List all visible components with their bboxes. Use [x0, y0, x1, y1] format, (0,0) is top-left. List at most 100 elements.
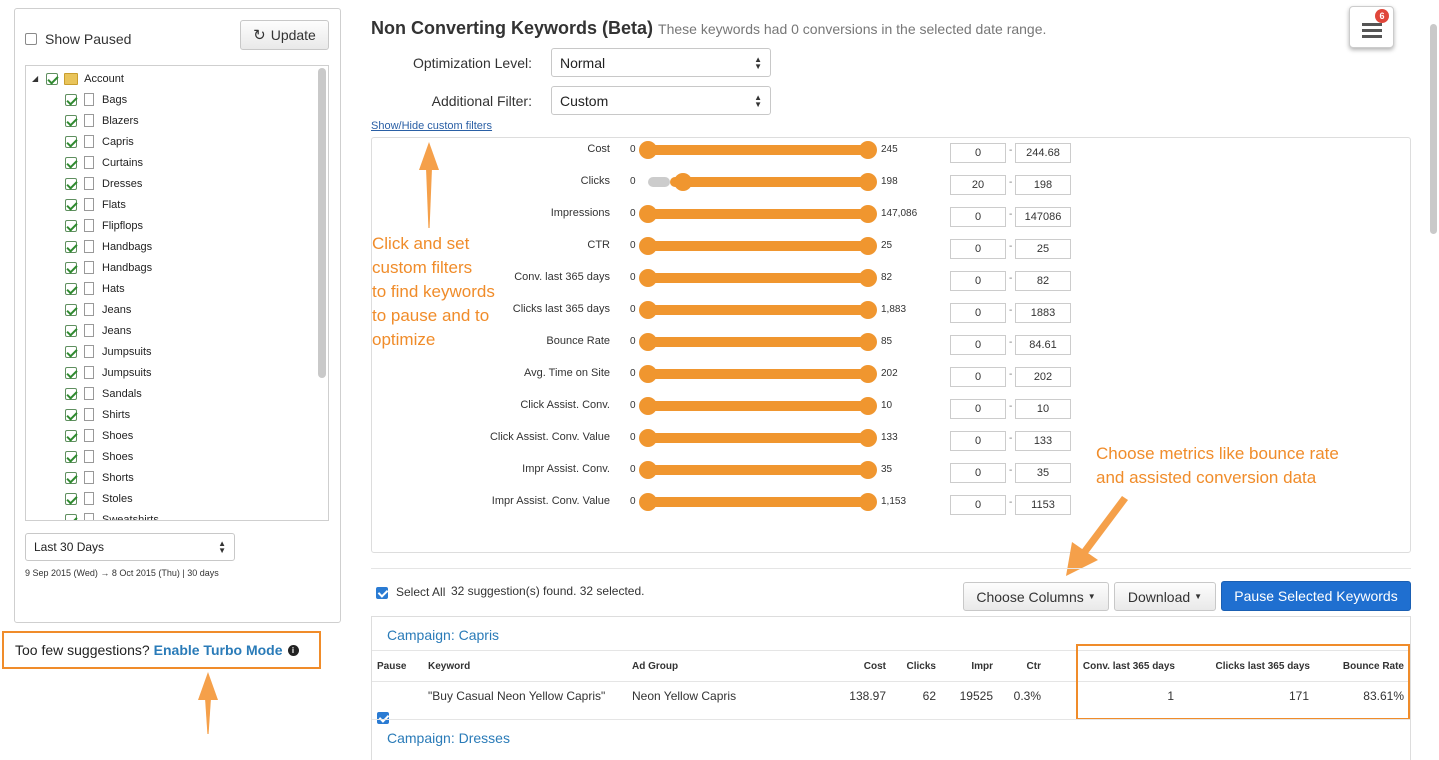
col-pause[interactable]: Pause: [377, 661, 406, 672]
enable-turbo-mode-link[interactable]: Enable Turbo Mode: [154, 642, 283, 658]
optimization-level-select[interactable]: Normal ▲ ▼: [551, 48, 771, 77]
slider-range[interactable]: [648, 401, 868, 411]
tree-item[interactable]: Shoes: [65, 425, 133, 446]
toggle-custom-filters-link[interactable]: Show/Hide custom filters: [371, 120, 492, 132]
filter-min-input[interactable]: 0: [950, 143, 1006, 163]
slider-max-handle[interactable]: [859, 205, 877, 223]
tree-item-checkbox[interactable]: [65, 324, 77, 337]
slider-range[interactable]: [648, 465, 868, 475]
tree-item-checkbox[interactable]: [65, 408, 77, 421]
filter-max-input[interactable]: 1883: [1015, 303, 1071, 323]
notifications-button[interactable]: 6: [1349, 6, 1394, 48]
filter-max-input[interactable]: 244.68: [1015, 143, 1071, 163]
slider-min-handle[interactable]: [639, 397, 657, 415]
slider-range[interactable]: [648, 497, 868, 507]
col-cost[interactable]: Cost: [836, 661, 886, 672]
slider-min-handle[interactable]: [639, 301, 657, 319]
slider-range[interactable]: [670, 177, 868, 187]
col-ctr[interactable]: Ctr: [1000, 661, 1041, 672]
filter-max-input[interactable]: 84.61: [1015, 335, 1071, 355]
choose-columns-button[interactable]: Choose Columns ▼: [963, 582, 1109, 611]
slider-max-handle[interactable]: [859, 333, 877, 351]
col-keyword[interactable]: Keyword: [428, 661, 470, 672]
slider-min-handle[interactable]: [639, 333, 657, 351]
filter-min-input[interactable]: 0: [950, 335, 1006, 355]
slider-max-handle[interactable]: [859, 493, 877, 511]
tree-root[interactable]: ◢ Account: [32, 68, 124, 89]
tree-item[interactable]: Jumpsuits: [65, 341, 152, 362]
filter-max-input[interactable]: 133: [1015, 431, 1071, 451]
tree-item-checkbox[interactable]: [65, 219, 77, 232]
slider-min-handle[interactable]: [674, 173, 692, 191]
slider-max-handle[interactable]: [859, 397, 877, 415]
tree-item[interactable]: Curtains: [65, 152, 143, 173]
filter-min-input[interactable]: 0: [950, 239, 1006, 259]
tree-item-checkbox[interactable]: [65, 93, 77, 106]
filter-min-input[interactable]: 0: [950, 271, 1006, 291]
filter-max-input[interactable]: 25: [1015, 239, 1071, 259]
slider-range[interactable]: [648, 369, 868, 379]
slider-max-handle[interactable]: [859, 429, 877, 447]
tree-item-checkbox[interactable]: [65, 429, 77, 442]
slider-max-handle[interactable]: [859, 237, 877, 255]
filter-max-input[interactable]: 147086: [1015, 207, 1071, 227]
filter-min-input[interactable]: 0: [950, 495, 1006, 515]
slider-range[interactable]: [648, 241, 868, 251]
slider-range[interactable]: [648, 273, 868, 283]
filter-min-input[interactable]: 0: [950, 207, 1006, 227]
tree-item-checkbox[interactable]: [65, 114, 77, 127]
filter-min-input[interactable]: 0: [950, 303, 1006, 323]
tree-item[interactable]: Jeans: [65, 299, 131, 320]
tree-item-checkbox[interactable]: [65, 387, 77, 400]
filter-min-input[interactable]: 0: [950, 463, 1006, 483]
tree-item-checkbox[interactable]: [65, 135, 77, 148]
additional-filter-select[interactable]: Custom ▲ ▼: [551, 86, 771, 115]
filter-max-input[interactable]: 35: [1015, 463, 1071, 483]
slider-min-handle[interactable]: [639, 205, 657, 223]
filter-min-input[interactable]: 20: [950, 175, 1006, 195]
slider-min-handle[interactable]: [639, 365, 657, 383]
tree-item[interactable]: Flipflops: [65, 215, 143, 236]
slider-range[interactable]: [648, 209, 868, 219]
tree-item[interactable]: Handbags: [65, 236, 152, 257]
tree-item[interactable]: Jeans: [65, 320, 131, 341]
tree-item[interactable]: Hats: [65, 278, 125, 299]
tree-item-checkbox[interactable]: [65, 282, 77, 295]
slider-max-handle[interactable]: [859, 301, 877, 319]
show-paused-checkbox[interactable]: [25, 33, 37, 45]
tree-item[interactable]: Handbags: [65, 257, 152, 278]
tree-item-checkbox[interactable]: [65, 261, 77, 274]
slider-max-handle[interactable]: [859, 173, 877, 191]
slider-min-handle[interactable]: [639, 141, 657, 159]
filter-max-input[interactable]: 202: [1015, 367, 1071, 387]
row-pause-checkbox[interactable]: [377, 712, 389, 724]
tree-item-checkbox[interactable]: [65, 450, 77, 463]
tree-item-checkbox[interactable]: [65, 366, 77, 379]
col-ad-group[interactable]: Ad Group: [632, 661, 678, 672]
filter-min-input[interactable]: 0: [950, 431, 1006, 451]
tree-item-checkbox[interactable]: [65, 513, 77, 520]
filter-max-input[interactable]: 10: [1015, 399, 1071, 419]
slider-min-handle[interactable]: [639, 493, 657, 511]
tree-item[interactable]: Sandals: [65, 383, 142, 404]
tree-item[interactable]: Jumpsuits: [65, 362, 152, 383]
download-button[interactable]: Download ▼: [1114, 582, 1216, 611]
update-button[interactable]: ↻ Update: [240, 20, 329, 50]
filter-max-input[interactable]: 198: [1015, 175, 1071, 195]
slider-min-handle[interactable]: [639, 237, 657, 255]
tree-item[interactable]: Capris: [65, 131, 134, 152]
slider-range[interactable]: [648, 337, 868, 347]
tree-item-checkbox[interactable]: [65, 471, 77, 484]
pause-selected-keywords-button[interactable]: Pause Selected Keywords: [1221, 581, 1411, 611]
tree-scrollbar[interactable]: [318, 68, 326, 378]
slider-range[interactable]: [648, 433, 868, 443]
tree-item[interactable]: Blazers: [65, 110, 139, 131]
filter-min-input[interactable]: 0: [950, 367, 1006, 387]
filter-min-input[interactable]: 0: [950, 399, 1006, 419]
slider-range[interactable]: [648, 145, 868, 155]
tree-item-checkbox[interactable]: [65, 240, 77, 253]
slider-min-handle[interactable]: [639, 461, 657, 479]
tree-item-checkbox[interactable]: [65, 303, 77, 316]
page-scrollbar[interactable]: [1430, 24, 1437, 234]
tree-item-checkbox[interactable]: [65, 177, 77, 190]
